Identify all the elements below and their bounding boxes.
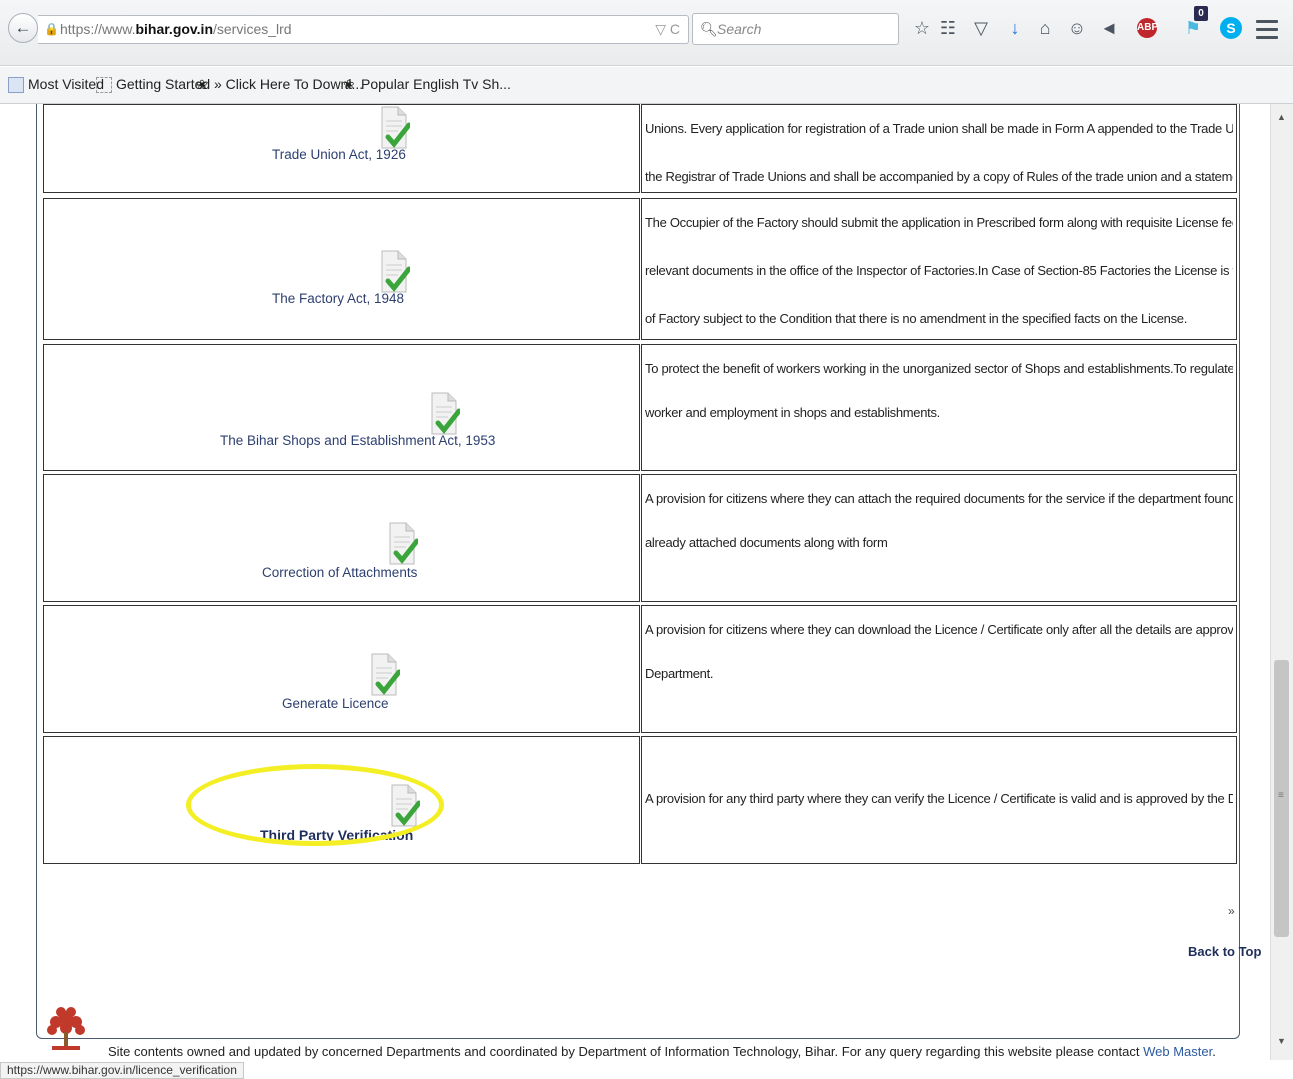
reload-icon[interactable]: ▽ C <box>655 16 680 43</box>
scroll-thumb[interactable]: ≡ <box>1274 660 1289 937</box>
document-check-icon[interactable] <box>380 249 410 294</box>
document-check-icon[interactable] <box>370 652 400 697</box>
service-cell: Third Party Verification <box>43 736 640 864</box>
footer: Site contents owned and updated by conce… <box>0 1000 1270 1060</box>
menu-icon[interactable] <box>1256 15 1278 41</box>
grip-icon: ≡ <box>1278 790 1284 801</box>
document-check-icon[interactable] <box>380 105 410 150</box>
more-arrow-icon[interactable]: » <box>1228 904 1235 918</box>
document-check-icon[interactable] <box>430 391 460 436</box>
service-description: The Occupier of the Factory should submi… <box>641 198 1237 340</box>
url-bar[interactable]: 🔒 https://www.bihar.gov.in/services_lrd … <box>38 15 689 44</box>
skype-icon[interactable]: S <box>1220 17 1242 39</box>
page-content: Trade Union Act, 1926 Unions. Every appl… <box>0 104 1270 1060</box>
home-icon[interactable]: ⌂ <box>1034 17 1056 39</box>
bookmark-icon <box>8 77 24 94</box>
film-icon: ❀ <box>196 77 208 93</box>
service-cell: Correction of Attachments <box>43 474 640 602</box>
search-placeholder: Search <box>717 21 762 37</box>
services-panel: Trade Union Act, 1926 Unions. Every appl… <box>36 104 1240 1039</box>
service-row: Generate Licence A provision for citizen… <box>43 605 1237 733</box>
service-description: A provision for citizens where they can … <box>641 605 1237 733</box>
back-button[interactable]: ← <box>8 13 38 43</box>
document-check-icon[interactable] <box>390 783 420 828</box>
lock-icon: 🔒 <box>44 22 59 36</box>
service-link-third-party-verification[interactable]: Third Party Verification <box>260 827 413 843</box>
service-row: The Bihar Shops and Establishment Act, 1… <box>43 344 1237 471</box>
reading-list-icon[interactable]: ☷ <box>937 17 959 39</box>
status-bar: https://www.bihar.gov.in/licence_verific… <box>0 1062 1293 1079</box>
bookmark-most-visited[interactable]: Most Visited <box>8 76 104 94</box>
service-row: Correction of Attachments A provision fo… <box>43 474 1237 602</box>
star-icon[interactable]: ☆ <box>911 17 933 39</box>
bookmark-click-here[interactable]: ❀» Click Here To Downl... <box>194 76 364 93</box>
film-icon: ❀ <box>343 77 355 93</box>
notification-badge: 0 <box>1194 6 1208 21</box>
service-description: A provision for citizens where they can … <box>641 474 1237 602</box>
service-description: To protect the benefit of workers workin… <box>641 344 1237 471</box>
back-to-top-link[interactable]: Back to Top <box>1188 944 1261 959</box>
service-cell: Generate Licence <box>43 605 640 733</box>
browser-navbar: ← 🔒 https://www.bihar.gov.in/services_lr… <box>0 0 1293 66</box>
back-arrow-icon: ← <box>14 18 32 37</box>
webmaster-link[interactable]: Web Master <box>1143 1044 1212 1059</box>
service-link-correction[interactable]: Correction of Attachments <box>262 565 417 580</box>
send-icon[interactable]: ◄ <box>1098 17 1120 39</box>
service-row: Third Party Verification A provision for… <box>43 736 1237 864</box>
download-icon[interactable]: ↓ <box>1004 17 1026 39</box>
service-description: A provision for any third party where th… <box>641 736 1237 864</box>
status-url: https://www.bihar.gov.in/licence_verific… <box>0 1062 244 1079</box>
scroll-up-icon[interactable]: ▲ <box>1277 112 1286 122</box>
bookmarks-bar: Most Visited Getting Started ❀» Click He… <box>0 67 1293 104</box>
document-check-icon[interactable] <box>388 521 418 566</box>
footer-text: Site contents owned and updated by conce… <box>108 1044 1216 1059</box>
service-cell: The Factory Act, 1948 <box>43 198 640 340</box>
pocket-icon[interactable]: ▽ <box>970 17 992 39</box>
vertical-scrollbar[interactable]: ▲ ≡ ▼ <box>1270 104 1293 1060</box>
service-description: Unions. Every application for registrati… <box>641 104 1237 193</box>
bihar-emblem-logo <box>47 1007 85 1050</box>
adblock-icon[interactable]: ABP <box>1132 17 1162 39</box>
service-cell: The Bihar Shops and Establishment Act, 1… <box>43 344 640 471</box>
search-box[interactable]: 🔍︎ Search <box>692 13 899 45</box>
bookmark-popular-tv[interactable]: ❀ Popular English Tv Sh... <box>341 76 511 93</box>
scroll-down-icon[interactable]: ▼ <box>1277 1036 1286 1046</box>
page-icon <box>96 77 112 94</box>
service-row: Trade Union Act, 1926 Unions. Every appl… <box>43 104 1237 193</box>
service-cell: Trade Union Act, 1926 <box>43 104 640 193</box>
smiley-icon[interactable]: ☺ <box>1066 17 1088 39</box>
service-link-generate-licence[interactable]: Generate Licence <box>282 696 389 711</box>
url-text: https://www.bihar.gov.in/services_lrd <box>60 21 292 37</box>
service-row: The Factory Act, 1948 The Occupier of th… <box>43 198 1237 340</box>
search-icon: 🔍︎ <box>700 21 718 37</box>
